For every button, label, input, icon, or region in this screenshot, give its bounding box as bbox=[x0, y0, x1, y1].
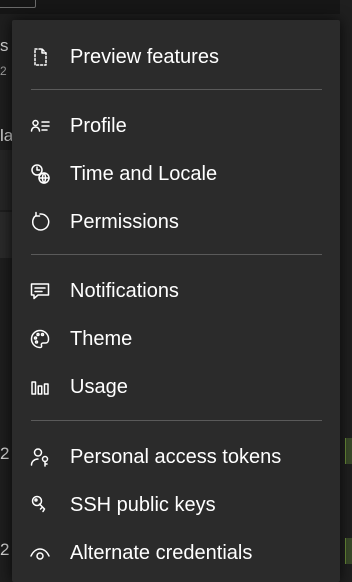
menu-item-label: Notifications bbox=[70, 279, 179, 302]
menu-item-time-and-locale[interactable]: Time and Locale bbox=[12, 152, 340, 196]
menu-item-label: Permissions bbox=[70, 210, 179, 233]
chat-bubble-icon bbox=[29, 280, 51, 302]
status-badge bbox=[345, 438, 352, 464]
menu-separator bbox=[31, 89, 322, 90]
menu-item-usage[interactable]: Usage bbox=[12, 365, 340, 409]
status-badge bbox=[345, 538, 352, 564]
palette-icon bbox=[29, 328, 51, 350]
key-icon bbox=[29, 494, 51, 516]
background-input bbox=[0, 0, 36, 8]
document-icon bbox=[29, 46, 51, 68]
menu-separator bbox=[31, 420, 322, 421]
menu-item-notifications[interactable]: Notifications bbox=[12, 269, 340, 313]
person-key-icon bbox=[29, 446, 51, 468]
menu-item-ssh-public-keys[interactable]: SSH public keys bbox=[12, 483, 340, 527]
menu-item-label: Time and Locale bbox=[70, 162, 218, 185]
menu-item-label: Personal access tokens bbox=[70, 445, 282, 468]
clock-globe-icon bbox=[29, 163, 51, 185]
menu-item-personal-access-tokens[interactable]: Personal access tokens bbox=[12, 435, 340, 479]
background-top-bar bbox=[0, 0, 352, 14]
menu-item-label: Theme bbox=[70, 327, 133, 350]
menu-separator bbox=[31, 254, 322, 255]
user-settings-menu: Preview features Profile Time and Locale… bbox=[12, 20, 340, 582]
menu-item-label: Preview features bbox=[70, 45, 219, 68]
menu-item-preview-features[interactable]: Preview features bbox=[12, 35, 340, 79]
menu-item-profile[interactable]: Profile bbox=[12, 104, 340, 148]
menu-item-theme[interactable]: Theme bbox=[12, 317, 340, 361]
menu-item-label: Alternate credentials bbox=[70, 541, 253, 564]
menu-item-permissions[interactable]: Permissions bbox=[12, 200, 340, 244]
menu-item-label: Usage bbox=[70, 375, 128, 398]
menu-item-label: SSH public keys bbox=[70, 493, 216, 516]
profile-card-icon bbox=[29, 115, 51, 137]
more-options-icon[interactable]: ⋮ bbox=[346, 286, 352, 300]
bar-chart-icon bbox=[29, 376, 51, 398]
refresh-circle-icon bbox=[29, 211, 51, 233]
menu-item-label: Profile bbox=[70, 114, 127, 137]
more-options-icon[interactable]: ⋮ bbox=[346, 220, 352, 234]
menu-item-alternate-credentials[interactable]: Alternate credentials bbox=[12, 531, 340, 575]
eye-icon bbox=[29, 542, 51, 564]
